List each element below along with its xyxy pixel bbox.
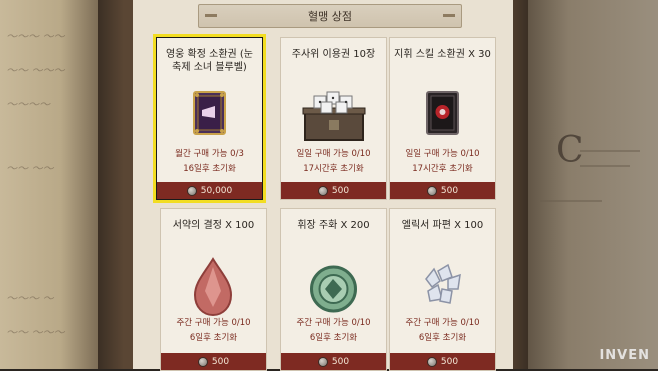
shop-item-card[interactable]: 엘릭서 파편 X 100 주간 구매 가능 0/10 6일후 초기화 500 xyxy=(389,208,496,371)
coin-icon xyxy=(317,356,328,367)
purchase-limit: 주간 구매 가능 0/10 xyxy=(176,318,251,328)
coin-icon xyxy=(426,185,437,196)
purchase-limit: 주간 구매 가능 0/10 xyxy=(405,318,480,328)
price: 50,000 xyxy=(200,185,233,196)
item-name: 서약의 결정 X 100 xyxy=(172,220,255,231)
decorative-drop-cap: C xyxy=(556,130,584,171)
reset-timer: 17시간후 초기화 xyxy=(412,164,473,174)
decorative-handwriting: ～～ ～～～ xyxy=(6,64,65,77)
item-name: 영웅 확정 소환권 (눈 축제 소녀 블루벨) xyxy=(165,49,254,73)
shop-item-card[interactable]: 주사위 이용권 10장 일일 구매 가능 0/10 17시간후 초기화 500 xyxy=(280,37,387,200)
reset-timer: 6일후 초기화 xyxy=(418,333,467,343)
buy-button[interactable]: 500 xyxy=(281,182,386,199)
price: 500 xyxy=(440,185,459,196)
buy-button[interactable]: 50,000 xyxy=(157,182,262,199)
reset-timer: 6일후 초기화 xyxy=(189,333,238,343)
price: 500 xyxy=(331,356,350,367)
purchase-limit: 주간 구매 가능 0/10 xyxy=(296,318,371,328)
shop-item-card[interactable]: 서약의 결정 X 100 주간 구매 가능 0/10 6일후 초기화 500 xyxy=(160,208,267,371)
item-name: 지휘 스킬 소환권 X 30 xyxy=(394,49,491,60)
background-left-book-page: ～～～ ～～ ～～ ～～～ ～～～～ ～～ ～～ ～～～ ～ ～～ ～～～ xyxy=(0,0,110,369)
price: 500 xyxy=(440,356,459,367)
coin-icon xyxy=(186,185,197,196)
reset-timer: 16일후 초기화 xyxy=(183,164,236,174)
decorative-handwriting: ～～ ～～～ xyxy=(6,326,65,339)
shop-item-card[interactable]: 지휘 스킬 소환권 X 30 일일 구매 가능 0/10 17시간후 초기화 5… xyxy=(389,37,496,200)
watermark: INVEN xyxy=(599,348,650,363)
reset-timer: 6일후 초기화 xyxy=(309,333,358,343)
coin-icon xyxy=(426,356,437,367)
decorative-handwriting: ～～ ～～ xyxy=(6,162,54,175)
buy-button[interactable]: 500 xyxy=(390,182,495,199)
shop-title-banner: 혈맹 상점 xyxy=(198,4,462,28)
price: 500 xyxy=(331,185,350,196)
decorative-handwriting: ～～～ ～ xyxy=(6,292,54,305)
buy-button[interactable]: 500 xyxy=(161,353,266,370)
decorative-handwriting: ～～～～ xyxy=(6,98,50,111)
decorative-handwriting: ～～～ ～～ xyxy=(6,30,65,43)
decorative-text-line xyxy=(540,200,602,202)
shop-title: 혈맹 상점 xyxy=(308,10,352,23)
item-name: 휘장 주화 X 200 xyxy=(297,220,370,231)
price: 500 xyxy=(211,356,230,367)
coin-icon xyxy=(197,356,208,367)
item-name: 주사위 이용권 10장 xyxy=(291,49,376,60)
background-right-book-page: C xyxy=(520,0,658,369)
shop-item-card[interactable]: 휘장 주화 X 200 주간 구매 가능 0/10 6일후 초기화 500 xyxy=(280,208,387,371)
item-name: 엘릭서 파편 X 100 xyxy=(401,220,484,231)
purchase-limit: 월간 구매 가능 0/3 xyxy=(175,149,244,159)
decorative-text-line xyxy=(580,165,630,167)
reset-timer: 17시간후 초기화 xyxy=(303,164,364,174)
coin-icon xyxy=(317,185,328,196)
purchase-limit: 일일 구매 가능 0/10 xyxy=(405,149,480,159)
decorative-text-line xyxy=(580,150,640,152)
purchase-limit: 일일 구매 가능 0/10 xyxy=(296,149,371,159)
buy-button[interactable]: 500 xyxy=(281,353,386,370)
shop-item-card[interactable]: 영웅 확정 소환권 (눈 축제 소녀 블루벨) 월간 구매 가능 0/3 16일… xyxy=(153,34,266,203)
buy-button[interactable]: 500 xyxy=(390,353,495,370)
